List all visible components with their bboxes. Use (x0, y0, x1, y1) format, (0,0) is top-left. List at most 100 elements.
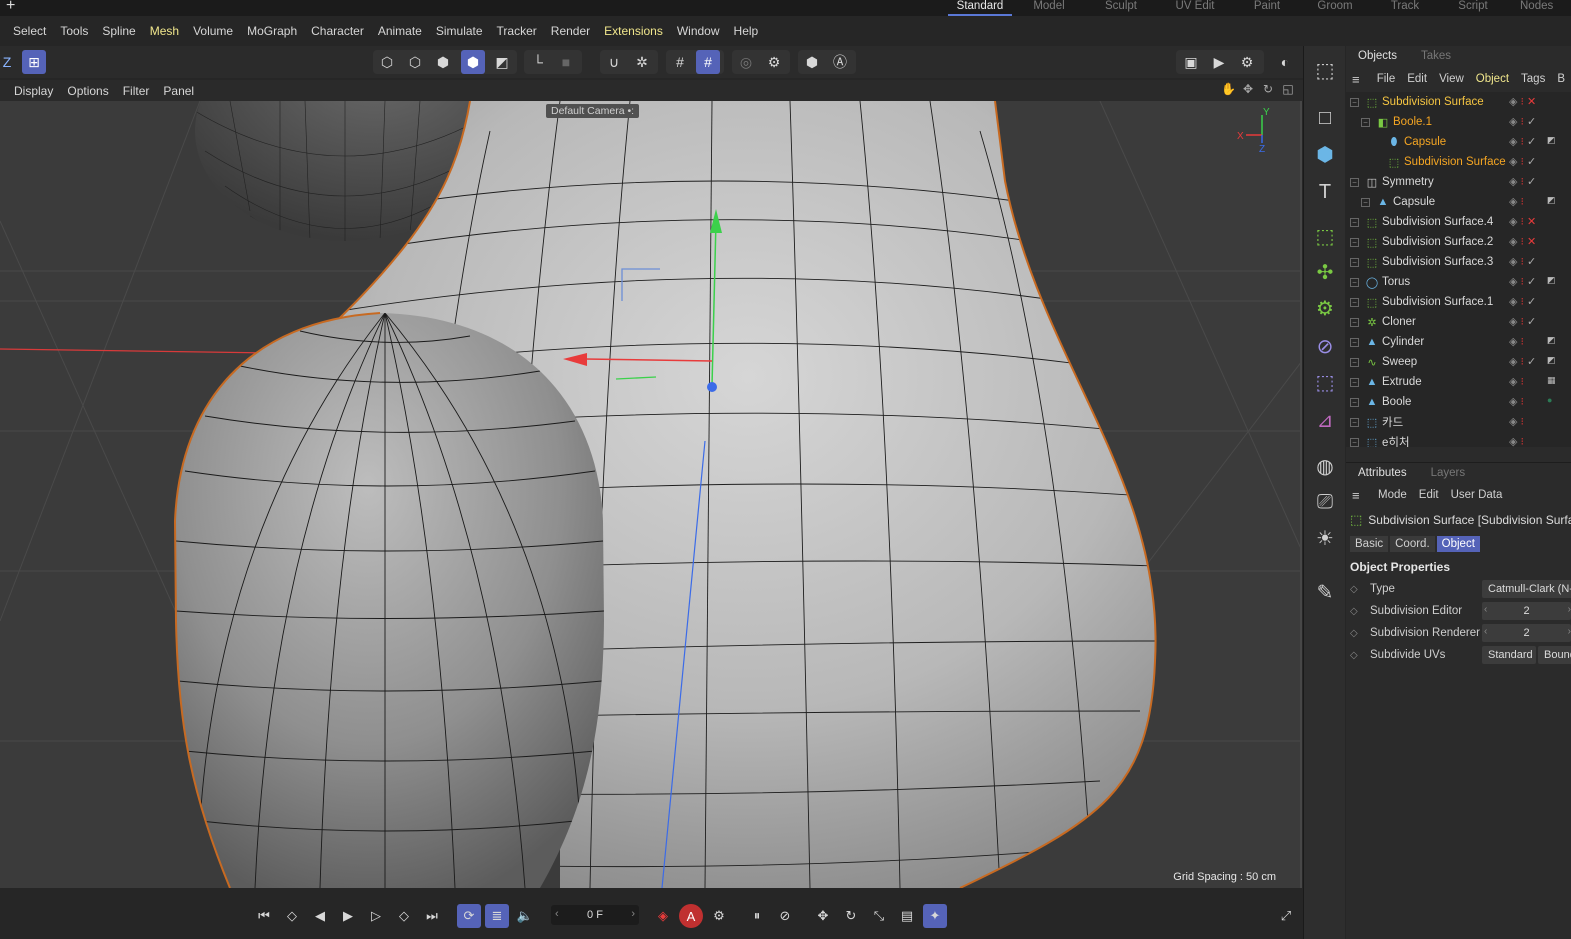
tab-takes[interactable]: Takes (1409, 46, 1463, 68)
go-to-end-icon[interactable]: ⏭ (420, 904, 444, 928)
soft-selection-settings-icon[interactable]: ⚙ (762, 50, 786, 74)
expand-toggle-icon[interactable]: − (1350, 97, 1359, 107)
layer-icon[interactable]: ◈ (1509, 295, 1517, 308)
object-row[interactable]: − ⬚ Subdivision Surface.3 ◈ ⁝ ✓ (1346, 252, 1571, 272)
sound-icon[interactable]: 🔈 (513, 904, 537, 928)
field-icon[interactable]: ⊘ (1309, 330, 1341, 362)
frame-decrement-icon[interactable]: ‹ (555, 908, 559, 920)
disabled-x-icon[interactable]: ✕ (1527, 235, 1536, 248)
objects-menu-bookmarks[interactable]: B (1551, 73, 1571, 85)
visibility-flags[interactable]: ◈ ⁝ (1509, 435, 1524, 447)
visibility-flags[interactable]: ◈ ⁝ ✕ (1509, 95, 1536, 108)
expand-toggle-icon[interactable]: − (1350, 417, 1359, 427)
menu-tools[interactable]: Tools (53, 24, 95, 38)
object-row[interactable]: ⬮ Capsule ◈ ⁝ ✓ ◩ (1346, 132, 1571, 152)
cube-icon[interactable]: ⬢ (1309, 138, 1341, 170)
layout-tab-track[interactable]: Track (1370, 0, 1440, 16)
viewport-menu-panel[interactable]: Panel (156, 84, 201, 98)
objects-menu-view[interactable]: View (1433, 73, 1470, 85)
uv-mode-icon[interactable]: ◩ (490, 50, 514, 74)
subdivide-uvs-standard-option[interactable]: Standard (1482, 646, 1536, 664)
snap-magnet-icon[interactable]: ∪ (602, 50, 626, 74)
expand-toggle-icon[interactable]: − (1350, 257, 1359, 267)
visibility-flags[interactable]: ◈ ⁝ ✓ (1509, 155, 1536, 168)
object-name[interactable]: Sweep (1382, 356, 1417, 368)
expand-toggle-icon[interactable]: − (1350, 217, 1359, 227)
subdivision-generator-icon[interactable]: ⬚ (1309, 220, 1341, 252)
curve-editor-icon[interactable]: ⤢ (1274, 904, 1298, 928)
add-layout-icon[interactable]: + (6, 0, 15, 15)
parametric-object-icon[interactable]: ⬢ (800, 50, 824, 74)
record-rotation-icon[interactable]: ↻ (839, 904, 863, 928)
expand-toggle-icon[interactable]: − (1350, 277, 1359, 287)
keyframe-diamond-icon[interactable]: ◇ (1350, 650, 1370, 661)
keyframe-diamond-icon[interactable]: ◇ (1350, 628, 1370, 639)
decrement-icon[interactable]: ‹ (1484, 604, 1487, 615)
object-name[interactable]: Subdivision Surface.2 (1382, 236, 1493, 248)
expand-toggle-icon[interactable]: − (1350, 437, 1359, 447)
phong-tag-icon[interactable]: ◩ (1547, 195, 1559, 207)
edges-mode-icon[interactable]: ⬡ (403, 50, 427, 74)
object-name[interactable]: Boole.1 (1393, 116, 1432, 128)
object-name[interactable]: Subdivision Surface.1 (1382, 296, 1493, 308)
record-parameter-icon[interactable]: ▤ (895, 904, 919, 928)
layout-tab-uv-edit[interactable]: UV Edit (1156, 0, 1234, 16)
spline-icon[interactable]: □ (1309, 102, 1341, 134)
checker-tag-icon[interactable]: ▦ (1547, 375, 1559, 387)
menu-volume[interactable]: Volume (186, 24, 240, 38)
object-row[interactable]: − ⬚ Subdivision Surface ◈ ⁝ ✕ (1346, 92, 1571, 112)
expand-toggle-icon[interactable]: − (1350, 397, 1359, 407)
object-row[interactable]: − ▲ Capsule ◈ ⁝ ◩ (1346, 192, 1571, 212)
move-view-icon[interactable]: ✥ (1241, 82, 1255, 96)
workplane-snap-icon[interactable]: # (696, 50, 720, 74)
axis-lock-z-button[interactable]: Z (0, 50, 14, 74)
attributes-menu-edit[interactable]: Edit (1413, 489, 1445, 501)
record-keys-icon[interactable]: ◈ (651, 904, 675, 928)
layer-icon[interactable]: ◈ (1509, 275, 1517, 288)
layer-icon[interactable]: ◈ (1509, 415, 1517, 428)
keyframe-diamond-icon[interactable]: ◇ (1350, 584, 1370, 595)
object-name[interactable]: Torus (1382, 276, 1410, 288)
menu-mograph[interactable]: MoGraph (240, 24, 304, 38)
previous-frame-icon[interactable]: ◀ (308, 904, 332, 928)
keyframe-selection-icon[interactable]: ⚙ (707, 904, 731, 928)
menu-animate[interactable]: Animate (371, 24, 429, 38)
layer-icon[interactable]: ◈ (1509, 335, 1517, 348)
subdivision-editor-field[interactable]: ‹ 2 › (1482, 602, 1571, 620)
render-view-icon[interactable]: ▶ (1207, 50, 1231, 74)
visibility-dots-icon[interactable]: ⁝ (1520, 275, 1524, 288)
visibility-flags[interactable]: ◈ ⁝ ✓ (1509, 175, 1536, 188)
object-name[interactable]: Capsule (1393, 196, 1435, 208)
expand-toggle-icon[interactable]: − (1350, 177, 1359, 187)
object-row[interactable]: − ⬚ Subdivision Surface.2 ◈ ⁝ ✕ (1346, 232, 1571, 252)
menu-simulate[interactable]: Simulate (429, 24, 490, 38)
object-row[interactable]: − ◧ Boole.1 ◈ ⁝ ✓ (1346, 112, 1571, 132)
world-coordinates-icon[interactable]: ⊞ (22, 50, 46, 74)
layer-icon[interactable]: ◈ (1509, 395, 1517, 408)
object-name[interactable]: Subdivision Surface.3 (1382, 256, 1493, 268)
expand-toggle-icon[interactable]: − (1350, 377, 1359, 387)
menu-render[interactable]: Render (544, 24, 597, 38)
expand-toggle-icon[interactable]: − (1361, 197, 1370, 207)
expand-toggle-icon[interactable]: − (1350, 357, 1359, 367)
expand-toggle-icon[interactable]: − (1361, 117, 1370, 127)
next-key-icon[interactable]: ◇ (392, 904, 416, 928)
camera-label[interactable]: Default Camera •: (546, 104, 640, 118)
record-scale-icon[interactable]: ⤡ (867, 904, 891, 928)
enabled-check-icon[interactable]: ✓ (1527, 355, 1536, 368)
enabled-check-icon[interactable]: ✓ (1527, 315, 1536, 328)
object-name[interactable]: Extrude (1382, 376, 1422, 388)
key-lock-icon[interactable]: ⏸ (745, 904, 769, 928)
render-settings-icon[interactable]: ⚙ (1235, 50, 1259, 74)
visibility-dots-icon[interactable]: ⁝ (1520, 195, 1524, 208)
capsule-object[interactable] (173, 312, 604, 888)
visibility-flags[interactable]: ◈ ⁝ ✕ (1509, 215, 1536, 228)
visibility-dots-icon[interactable]: ⁝ (1520, 395, 1524, 408)
object-name[interactable]: Subdivision Surface (1382, 96, 1484, 108)
object-name[interactable]: e히처 (1382, 434, 1410, 447)
autokey-icon[interactable]: A (679, 904, 703, 928)
tab-objects[interactable]: Objects (1346, 46, 1409, 68)
enabled-check-icon[interactable]: ✓ (1527, 175, 1536, 188)
object-row[interactable]: − ⬚ 카드 ◈ ⁝ (1346, 412, 1571, 432)
attr-tab-object[interactable]: Object (1436, 536, 1480, 552)
